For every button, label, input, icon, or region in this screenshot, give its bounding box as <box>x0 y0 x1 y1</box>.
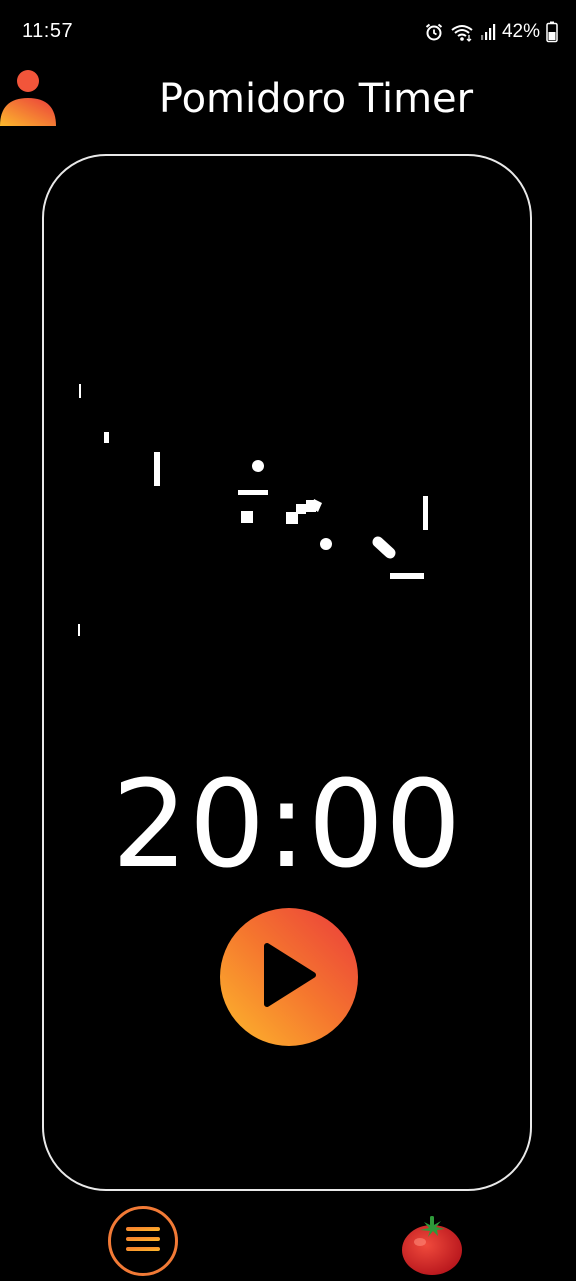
battery-percentage: 42% <box>501 21 540 42</box>
tomato-button[interactable] <box>398 1210 468 1276</box>
menu-button[interactable] <box>108 1206 178 1276</box>
page-title: Pomidoro Timer <box>158 76 474 122</box>
tomato-icon <box>398 1216 468 1280</box>
menu-icon <box>125 1225 161 1258</box>
wifi-icon <box>450 22 474 42</box>
tomato-animation <box>74 306 504 706</box>
battery-icon <box>546 21 558 43</box>
signal-icon <box>480 23 496 41</box>
status-icons: 42% <box>424 18 558 46</box>
alarm-icon <box>424 22 444 42</box>
status-bar: 11:57 42% <box>0 0 576 64</box>
play-button[interactable] <box>220 908 358 1046</box>
timer-card: 20:00 <box>42 154 532 1191</box>
play-icon <box>259 942 319 1013</box>
status-time: 11:57 <box>22 20 74 42</box>
timer-display: 20:00 <box>111 756 463 895</box>
